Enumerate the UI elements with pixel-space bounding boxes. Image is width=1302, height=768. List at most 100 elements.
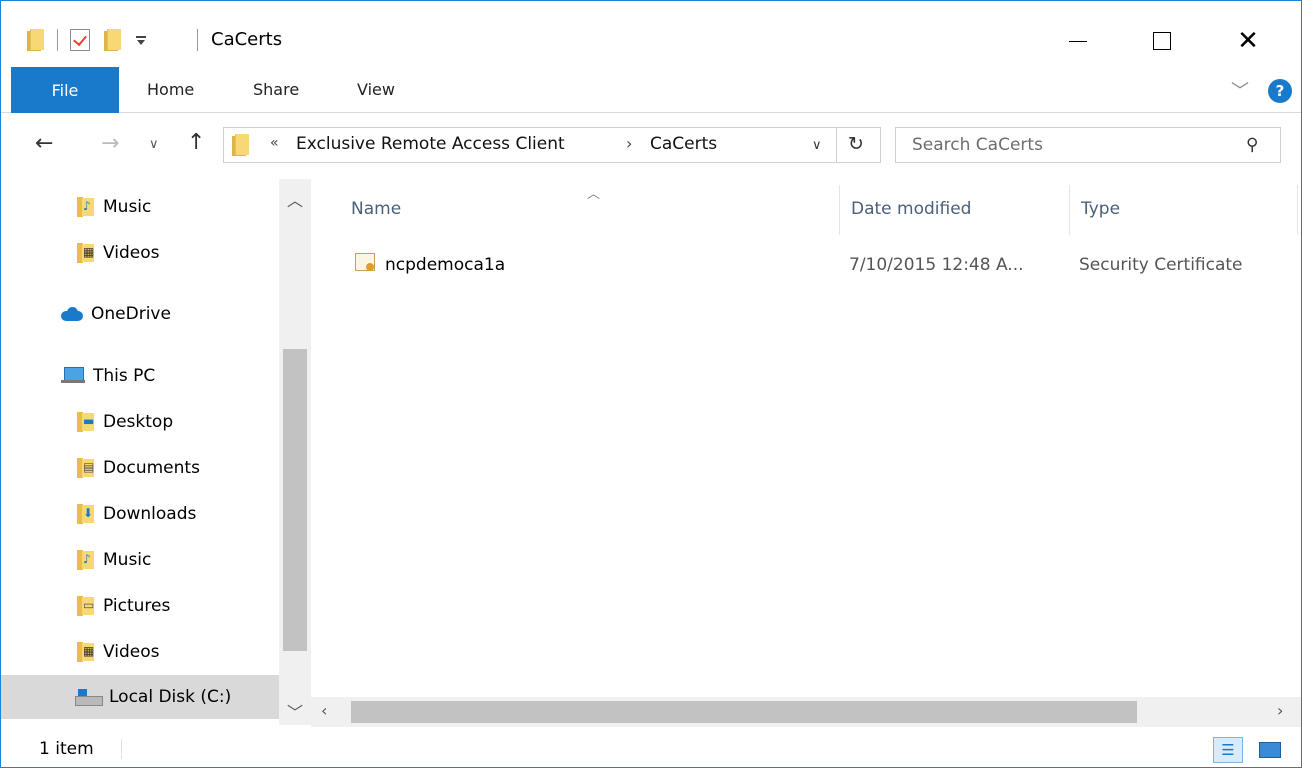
- music-folder-icon: ♪: [77, 197, 95, 217]
- nav-item-onedrive[interactable]: OneDrive: [1, 292, 279, 336]
- nav-item-label: Local Disk (C:): [109, 687, 232, 707]
- pictures-folder-icon: ▭: [77, 596, 95, 616]
- music-folder-icon: ♪: [77, 550, 95, 570]
- downloads-folder-icon: ⬇: [77, 504, 95, 524]
- tab-view[interactable]: View: [357, 80, 395, 99]
- documents-folder-icon: ▤: [77, 458, 95, 478]
- breadcrumb-cacerts[interactable]: CaCerts: [650, 134, 717, 154]
- nav-item-label: Videos: [103, 243, 160, 263]
- nav-item-this-pc[interactable]: This PC: [1, 354, 279, 398]
- column-header-date-modified[interactable]: Date modified: [851, 199, 971, 219]
- scrollbar-thumb[interactable]: [283, 349, 307, 651]
- nav-item-videos[interactable]: ▦ Videos: [1, 630, 279, 674]
- desktop-folder-icon: ▬: [77, 412, 95, 432]
- scroll-down-arrow-icon[interactable]: ﹀: [287, 699, 303, 723]
- scrollbar-thumb[interactable]: [351, 701, 1137, 723]
- title-bar: CaCerts ✕: [1, 1, 1301, 67]
- nav-item-label: Pictures: [103, 596, 171, 616]
- up-arrow-icon[interactable]: ↑: [187, 130, 205, 155]
- address-dropdown-chevron-icon[interactable]: ∨: [812, 138, 822, 153]
- tab-home[interactable]: Home: [147, 80, 194, 99]
- navigation-pane: ♪ Music ▦ Videos OneDrive This PC ▬ Desk…: [1, 179, 311, 725]
- this-pc-icon: [61, 367, 85, 385]
- nav-item-label: Desktop: [103, 412, 174, 432]
- file-name: ncpdemoca1a: [385, 255, 506, 275]
- folder-icon: [27, 29, 45, 51]
- tab-share[interactable]: Share: [253, 80, 299, 99]
- address-divider: [836, 128, 837, 162]
- videos-folder-icon: ▦: [77, 642, 95, 662]
- nav-item-label: Music: [103, 197, 152, 217]
- scroll-up-arrow-icon[interactable]: ︿: [287, 187, 303, 211]
- certificate-icon: [355, 253, 377, 275]
- breadcrumb-overflow[interactable]: «: [270, 135, 279, 151]
- minimize-button[interactable]: [1055, 21, 1101, 61]
- file-row[interactable]: ncpdemoca1a 7/10/2015 12:48 A... Securit…: [351, 251, 1301, 283]
- address-bar[interactable]: « Exclusive Remote Access Client › CaCer…: [223, 127, 881, 163]
- breadcrumb-separator-icon[interactable]: ›: [626, 134, 632, 153]
- breadcrumb-exclusive-remote-access-client[interactable]: Exclusive Remote Access Client: [296, 134, 565, 154]
- file-type: Security Certificate: [1079, 255, 1243, 275]
- status-divider: [121, 739, 122, 759]
- search-placeholder: Search CaCerts: [912, 135, 1043, 155]
- close-button[interactable]: ✕: [1225, 21, 1271, 61]
- toolbar-divider: [57, 29, 58, 51]
- nav-item-label: Downloads: [103, 504, 197, 524]
- nav-item-label: OneDrive: [91, 304, 171, 324]
- nav-item-music[interactable]: ♪ Music: [1, 538, 279, 582]
- maximize-icon: [1153, 32, 1171, 50]
- nav-item-label: Videos: [103, 642, 160, 662]
- nav-item-downloads[interactable]: ⬇ Downloads: [1, 492, 279, 536]
- nav-item-documents[interactable]: ▤ Documents: [1, 446, 279, 490]
- help-button[interactable]: ?: [1268, 79, 1292, 103]
- nav-item-label: Music: [103, 550, 152, 570]
- properties-checkmark-icon[interactable]: [70, 29, 90, 51]
- back-arrow-icon[interactable]: ←: [35, 131, 53, 156]
- address-toolbar: ← → ∨ ↑ « Exclusive Remote Access Client…: [1, 113, 1301, 179]
- new-folder-icon[interactable]: [104, 29, 122, 51]
- minimize-icon: [1069, 40, 1087, 42]
- nav-item-videos[interactable]: ▦ Videos: [1, 231, 279, 275]
- nav-item-local-disk[interactable]: Local Disk (C:): [1, 675, 279, 719]
- file-explorer-window: CaCerts ✕ File Home Share View ﹀ ? ← → ∨…: [0, 0, 1302, 768]
- column-divider[interactable]: [839, 185, 840, 235]
- large-icons-view-icon[interactable]: [1255, 737, 1285, 763]
- forward-arrow-icon[interactable]: →: [101, 131, 119, 156]
- status-bar: 1 item ☰: [1, 727, 1301, 767]
- scroll-right-arrow-icon[interactable]: ›: [1277, 701, 1283, 720]
- local-disk-icon: [75, 689, 103, 706]
- quick-access-toolbar: [27, 25, 146, 55]
- videos-folder-icon: ▦: [77, 243, 95, 263]
- column-header-type[interactable]: Type: [1081, 199, 1120, 219]
- column-divider[interactable]: [1297, 185, 1298, 235]
- window-title: CaCerts: [211, 29, 283, 50]
- column-header-name[interactable]: Name: [351, 199, 401, 219]
- refresh-icon[interactable]: ↻: [848, 133, 864, 155]
- nav-item-pictures[interactable]: ▭ Pictures: [1, 584, 279, 628]
- nav-item-label: Documents: [103, 458, 200, 478]
- customize-toolbar-dropdown-icon[interactable]: [136, 35, 146, 45]
- onedrive-cloud-icon: [59, 307, 83, 321]
- file-list-horizontal-scrollbar[interactable]: ‹ ›: [311, 697, 1301, 727]
- nav-item-music[interactable]: ♪ Music: [1, 185, 279, 229]
- sort-ascending-icon: ︿: [587, 187, 601, 202]
- details-view-icon[interactable]: ☰: [1213, 737, 1243, 763]
- recent-locations-chevron-icon[interactable]: ∨: [149, 137, 159, 152]
- tab-file[interactable]: File: [11, 67, 119, 113]
- nav-item-label: This PC: [93, 366, 156, 386]
- expand-ribbon-chevron-icon[interactable]: ﹀: [1231, 77, 1249, 103]
- scroll-left-arrow-icon[interactable]: ‹: [321, 701, 327, 720]
- column-divider[interactable]: [1069, 185, 1070, 235]
- navigation-pane-scrollbar[interactable]: ︿ ﹀: [279, 179, 311, 725]
- maximize-button[interactable]: [1139, 21, 1185, 61]
- item-count: 1 item: [39, 739, 94, 759]
- nav-item-desktop[interactable]: ▬ Desktop: [1, 400, 279, 444]
- ribbon-tabs: File Home Share View ﹀ ?: [1, 67, 1301, 113]
- address-folder-icon: [232, 134, 250, 156]
- search-input[interactable]: Search CaCerts ⚲: [895, 127, 1281, 163]
- title-divider: [197, 29, 198, 51]
- close-icon: ✕: [1237, 26, 1259, 56]
- file-list: ︿ Name Date modified Type ncpdemoca1a 7/…: [311, 179, 1301, 697]
- file-date-modified: 7/10/2015 12:48 A...: [849, 255, 1024, 275]
- search-icon: ⚲: [1246, 135, 1259, 155]
